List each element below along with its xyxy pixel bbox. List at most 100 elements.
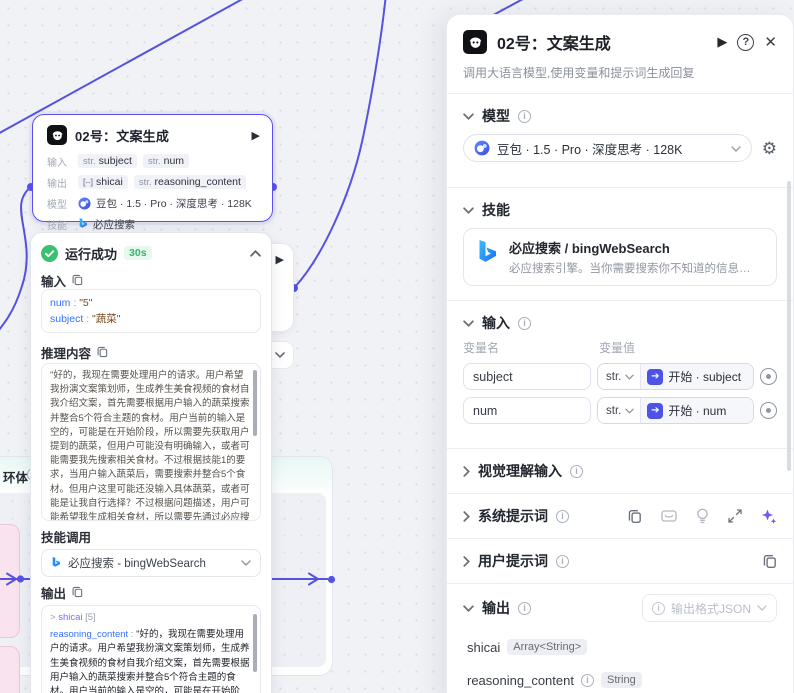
- scrollbar[interactable]: [253, 614, 257, 672]
- column-variable-value: 变量值: [599, 341, 636, 355]
- copy-icon[interactable]: [72, 274, 83, 286]
- workflow-editor: 环体 i ▶: [0, 0, 794, 693]
- run-node-button[interactable]: ▶: [717, 34, 727, 50]
- skill-call-row[interactable]: 必应搜索 - bingWebSearch: [41, 549, 261, 577]
- output-field-row: reasoning_content i String: [463, 672, 777, 688]
- expand-icon[interactable]: [728, 509, 742, 523]
- scrollbar[interactable]: [253, 370, 257, 436]
- info-icon: i: [556, 554, 569, 568]
- reference-indicator-icon[interactable]: [760, 368, 777, 385]
- output-format-select[interactable]: i 输出格式JSON: [641, 594, 777, 622]
- run-result-panel: 运行成功 30s 输入 num : "5" subject : "蔬菜" 推理内…: [30, 232, 272, 693]
- loop-subnode-sliver[interactable]: [0, 524, 20, 638]
- bing-icon: [79, 218, 87, 228]
- ai-sparkle-icon[interactable]: [761, 508, 777, 524]
- copy-icon[interactable]: [72, 586, 83, 598]
- run-output-json[interactable]: > shicai [5] reasoning_content : "好的，我现在…: [41, 605, 261, 693]
- type-chip: Array<String>: [507, 639, 588, 655]
- chevron-down-icon: [241, 560, 251, 566]
- section-skills-header[interactable]: 技能: [463, 188, 777, 220]
- node-run-icon[interactable]: ▶: [252, 129, 260, 142]
- node-output-label: 输出: [47, 178, 67, 190]
- loop-subnode-sliver[interactable]: [0, 646, 20, 693]
- reference-indicator-icon[interactable]: [760, 402, 777, 419]
- chevron-down-icon: [625, 374, 635, 380]
- variable-name-input[interactable]: [463, 363, 591, 390]
- node-model-label: 模型: [47, 199, 67, 211]
- skill-name: 必应搜索 / bingWebSearch: [509, 241, 670, 256]
- node-skill-label: 技能: [47, 220, 67, 232]
- help-icon[interactable]: ?: [737, 33, 755, 51]
- copy-icon[interactable]: [763, 554, 777, 569]
- reasoning-label: 推理内容: [41, 346, 92, 361]
- loop-node-title: 环体: [3, 471, 29, 485]
- chevron-right-icon: [463, 465, 470, 477]
- section-title: 输入: [482, 315, 510, 331]
- chevron-right-icon: [463, 510, 470, 522]
- panel-scrollbar[interactable]: [787, 181, 791, 471]
- array-type-icon: [83, 177, 93, 187]
- skill-call-label: 技能调用: [41, 530, 92, 545]
- chevron-down-icon: [757, 605, 767, 611]
- type-select[interactable]: str.: [598, 398, 642, 423]
- info-icon: i: [651, 601, 665, 615]
- io-badge: str. reasoning_content: [133, 175, 246, 189]
- section-user-prompt-header[interactable]: 用户提示词 i: [463, 539, 777, 571]
- chevron-down-icon: [275, 352, 285, 358]
- section-model-header[interactable]: 模型 i: [463, 94, 777, 126]
- close-icon[interactable]: ✕: [764, 33, 777, 51]
- io-badge: str. subject: [78, 154, 137, 168]
- chevron-down-icon: [463, 604, 474, 612]
- variable-value-group: str. ➔ 开始 · num: [597, 397, 754, 424]
- chevron-down-icon: [463, 112, 474, 120]
- io-badge: shicai: [78, 175, 128, 189]
- section-title: 视觉理解输入: [478, 463, 562, 479]
- output-field-name: reasoning_content: [467, 672, 574, 688]
- node-input-label: 输入: [47, 157, 67, 169]
- info-icon: i: [556, 509, 569, 523]
- section-title: 系统提示词: [478, 508, 548, 524]
- doubao-logo: [78, 196, 91, 210]
- model-settings-gear-icon[interactable]: ⚙: [762, 140, 777, 157]
- run-duration-badge: 30s: [124, 246, 152, 260]
- model-select[interactable]: 豆包 · 1.5 · Pro · 深度思考 · 128K: [463, 134, 752, 162]
- chevron-down-icon: [463, 206, 474, 214]
- section-input-header[interactable]: 输入 i: [463, 301, 777, 333]
- info-icon: i: [570, 464, 583, 478]
- doubao-logo: [474, 140, 490, 156]
- column-variable-name: 变量名: [463, 341, 500, 355]
- variable-ref-select[interactable]: ➔ 开始 · subject: [641, 364, 753, 389]
- collapse-panel-button[interactable]: [250, 244, 261, 262]
- section-title: 输出: [482, 600, 510, 616]
- section-vision-header[interactable]: 视觉理解输入 i: [463, 449, 777, 481]
- bot-icon: [47, 125, 67, 145]
- start-node-icon: ➔: [647, 368, 664, 385]
- skill-card-bing[interactable]: 必应搜索 / bingWebSearch 必应搜索引擎。当你需要搜索你不知道的信…: [463, 228, 777, 286]
- section-title: 用户提示词: [478, 553, 548, 569]
- reasoning-content-box[interactable]: "好的，我现在需要处理用户的请求。用户希望我扮演文案策划师，生成养生美食视频的食…: [41, 363, 261, 521]
- copy-icon[interactable]: [628, 509, 642, 524]
- variable-name-input[interactable]: [463, 397, 591, 424]
- run-node-icon[interactable]: ▶: [276, 253, 284, 266]
- section-system-prompt-header[interactable]: 系统提示词 i: [463, 494, 777, 526]
- output-field-row: shicai Array<String>: [463, 639, 777, 655]
- start-node-icon: ➔: [647, 402, 664, 419]
- chevron-down-icon: [731, 146, 741, 152]
- type-select[interactable]: str.: [598, 364, 642, 389]
- bing-icon: [479, 240, 496, 262]
- variable-ref-select[interactable]: ➔ 开始 · num: [641, 398, 753, 423]
- model-value: 豆包 · 1.5 · Pro · 深度思考 · 128K: [497, 142, 683, 157]
- lightbulb-icon[interactable]: [696, 508, 709, 524]
- info-icon: i: [580, 673, 594, 687]
- section-title: 技能: [482, 202, 510, 218]
- copy-icon[interactable]: [97, 346, 108, 358]
- llm-node-card[interactable]: 02号：文案生成 ▶ 输入 str. subject str. num 输出 shi…: [32, 114, 273, 232]
- chevron-down-icon: [463, 319, 474, 327]
- bot-icon: [463, 30, 487, 54]
- section-title: 模型: [482, 108, 510, 124]
- prompt-library-icon[interactable]: [661, 509, 677, 523]
- node-config-panel: 02号：文案生成 ▶ ? ✕ 调用大语言模型,使用变量和提示词生成回复 模型 i…: [446, 14, 794, 693]
- run-input-label: 输入: [41, 274, 67, 289]
- variable-value-group: str. ➔ 开始 · subject: [597, 363, 754, 390]
- skill-desc: 必应搜索引擎。当你需要搜索你不知道的信息…: [509, 263, 751, 275]
